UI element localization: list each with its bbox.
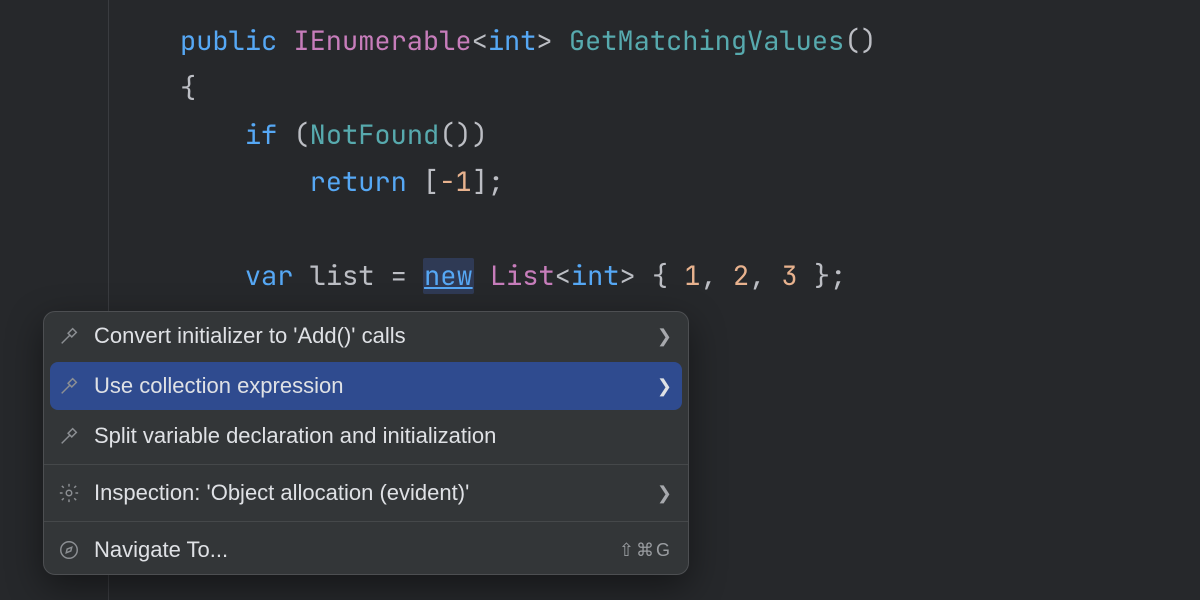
type-int: int: [488, 23, 537, 59]
chevron-right-icon: ❯: [657, 483, 672, 504]
chevron-right-icon: ❯: [657, 326, 672, 347]
chevron-right-icon: ❯: [657, 376, 672, 397]
quick-actions-popup: Convert initializer to 'Add()' calls ❯ U…: [43, 311, 689, 575]
method-name: GetMatchingValues: [569, 23, 844, 59]
action-use-collection-expression[interactable]: Use collection expression ❯: [50, 362, 682, 410]
keyword-if: if: [245, 117, 277, 153]
action-inspection[interactable]: Inspection: 'Object allocation (evident)…: [44, 469, 688, 517]
keyword-public: public: [180, 23, 277, 59]
keyword-new: new: [424, 258, 473, 294]
action-split-declaration[interactable]: Split variable declaration and initializ…: [44, 412, 688, 460]
op-equals: =: [391, 258, 407, 294]
action-navigate-to[interactable]: Navigate To... ⇧⌘G: [44, 526, 688, 574]
angle-open: <: [472, 23, 488, 59]
action-label: Convert initializer to 'Add()' calls: [94, 323, 643, 349]
action-label: Navigate To...: [94, 537, 605, 563]
literal-3: 3: [782, 258, 798, 294]
hammer-icon: [58, 375, 80, 397]
type-ienumerable: IEnumerable: [293, 23, 471, 59]
code-area[interactable]: public IEnumerable<int> GetMatchingValue…: [180, 18, 877, 300]
code-editor[interactable]: public IEnumerable<int> GetMatchingValue…: [0, 0, 1200, 600]
literal-1: 1: [684, 258, 700, 294]
highlighted-new: new: [423, 258, 474, 294]
literal-neg1: -1: [439, 164, 471, 200]
action-label: Split variable declaration and initializ…: [94, 423, 672, 449]
compass-icon: [58, 539, 80, 561]
keyword-return: return: [310, 164, 407, 200]
gear-icon: [58, 482, 80, 504]
menu-separator: [44, 521, 688, 522]
hammer-icon: [58, 425, 80, 447]
type-list: List: [490, 258, 555, 294]
keyword-var: var: [245, 258, 294, 294]
shortcut-label: ⇧⌘G: [619, 540, 672, 561]
action-label: Use collection expression: [94, 373, 643, 399]
action-convert-initializer[interactable]: Convert initializer to 'Add()' calls ❯: [44, 312, 688, 360]
action-label: Inspection: 'Object allocation (evident)…: [94, 480, 643, 506]
type-int-arg: int: [571, 258, 620, 294]
literal-2: 2: [733, 258, 749, 294]
parens: (): [844, 23, 876, 59]
menu-separator: [44, 464, 688, 465]
angle-close: >: [536, 23, 552, 59]
identifier-list: list: [310, 258, 375, 294]
call-notfound: NotFound: [310, 117, 440, 153]
hammer-icon: [58, 325, 80, 347]
brace-open: {: [180, 70, 196, 106]
